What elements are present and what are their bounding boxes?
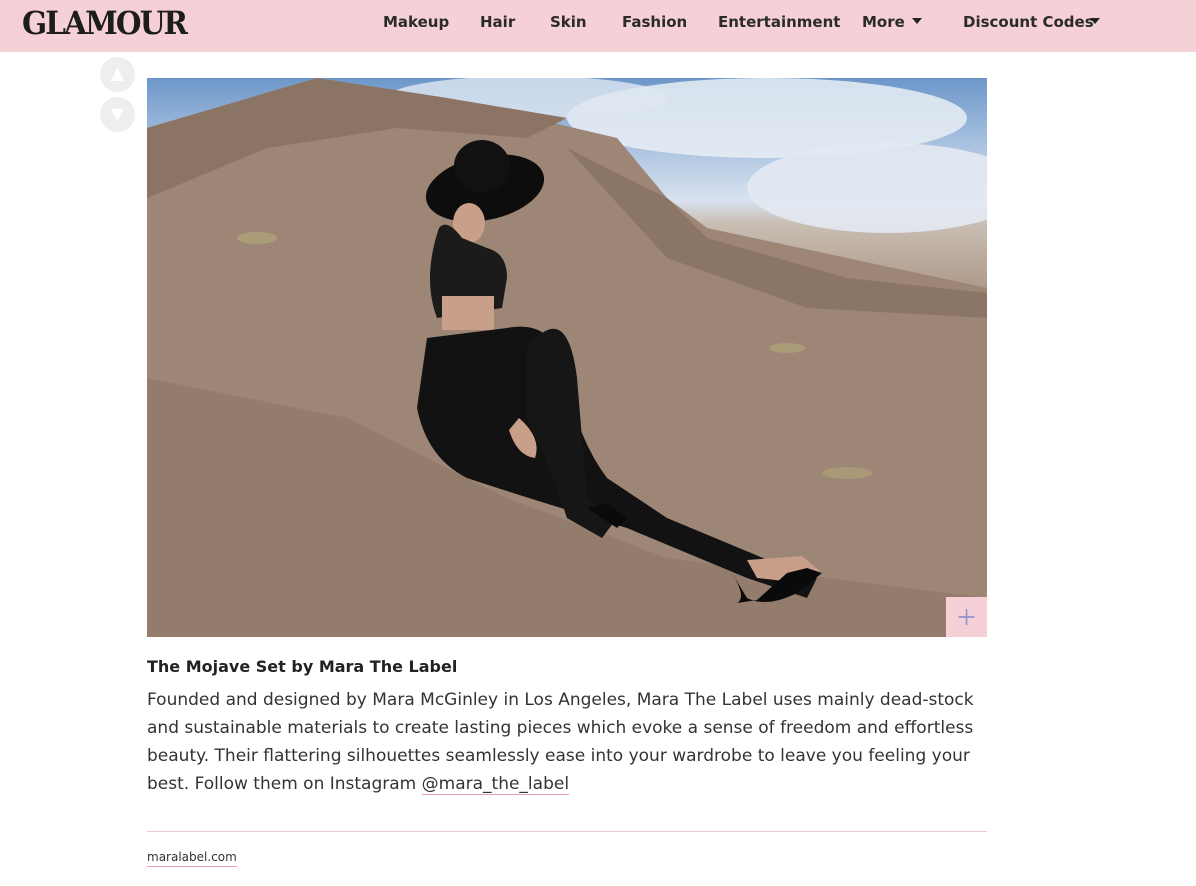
nav-item-more[interactable]: More — [862, 12, 905, 32]
chevron-down-icon[interactable] — [912, 18, 922, 24]
nav-item-hair[interactable]: Hair — [480, 12, 515, 32]
retailer-link[interactable]: maralabel.com — [147, 849, 237, 867]
upvote-button[interactable] — [100, 57, 135, 92]
nav-item-discount-codes[interactable]: Discount Codes — [963, 12, 1094, 32]
downvote-button[interactable] — [100, 97, 135, 132]
nav-item-entertainment[interactable]: Entertainment — [718, 12, 840, 32]
glamour-logo[interactable]: GLAMOUR — [22, 5, 188, 41]
divider — [147, 831, 987, 832]
photo-scene — [147, 78, 987, 637]
product-description: Founded and designed by Mara McGinley in… — [147, 686, 987, 798]
expand-image-button[interactable] — [946, 597, 987, 637]
instagram-link[interactable]: @mara_the_label — [421, 774, 570, 795]
triangle-down-icon — [111, 109, 124, 121]
site-header: GLAMOUR Makeup Hair Skin Fashion Enterta… — [0, 0, 1196, 52]
triangle-up-icon — [111, 67, 124, 81]
chevron-down-icon[interactable] — [1090, 18, 1100, 24]
product-title: The Mojave Set by Mara The Label — [147, 657, 458, 676]
plus-icon — [958, 609, 975, 625]
nav-item-skin[interactable]: Skin — [550, 12, 587, 32]
product-image[interactable] — [147, 78, 987, 637]
nav-item-fashion[interactable]: Fashion — [622, 12, 687, 32]
nav-item-makeup[interactable]: Makeup — [383, 12, 449, 32]
